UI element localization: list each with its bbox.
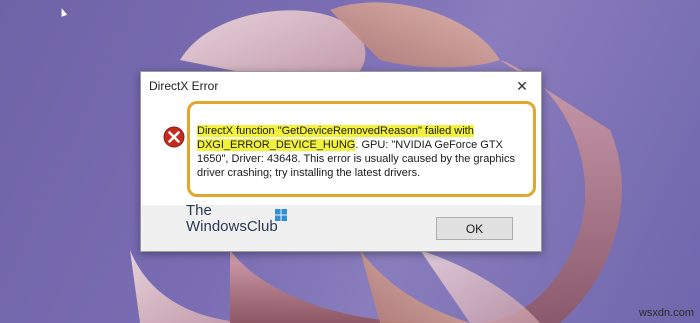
- thewindowsclub-watermark: The WindowsClub: [186, 202, 287, 235]
- message-highlight-error-code: DXGI_ERROR_DEVICE_HUNG: [197, 139, 356, 151]
- watermark-line2: WindowsClub: [186, 218, 278, 235]
- watermark-line1: The: [186, 202, 212, 219]
- message-highlight-line1: DirectX function "GetDeviceRemovedReason…: [197, 125, 474, 137]
- close-icon: ✕: [516, 78, 528, 95]
- error-message: DirectX function "GetDeviceRemovedReason…: [197, 124, 527, 180]
- error-x-icon: [163, 126, 185, 148]
- site-watermark: wsxdn.com: [638, 307, 694, 319]
- close-button[interactable]: ✕: [503, 72, 541, 101]
- directx-error-dialog: DirectX Error ✕ DirectX function "GetDev…: [140, 71, 542, 252]
- dialog-title-bar[interactable]: DirectX Error ✕: [141, 72, 541, 101]
- message-driver-info: Driver: 43648. This error is usually cau…: [197, 153, 515, 179]
- windows-logo-icon: [275, 209, 287, 221]
- dialog-title: DirectX Error: [149, 79, 219, 93]
- ok-button[interactable]: OK: [436, 217, 513, 240]
